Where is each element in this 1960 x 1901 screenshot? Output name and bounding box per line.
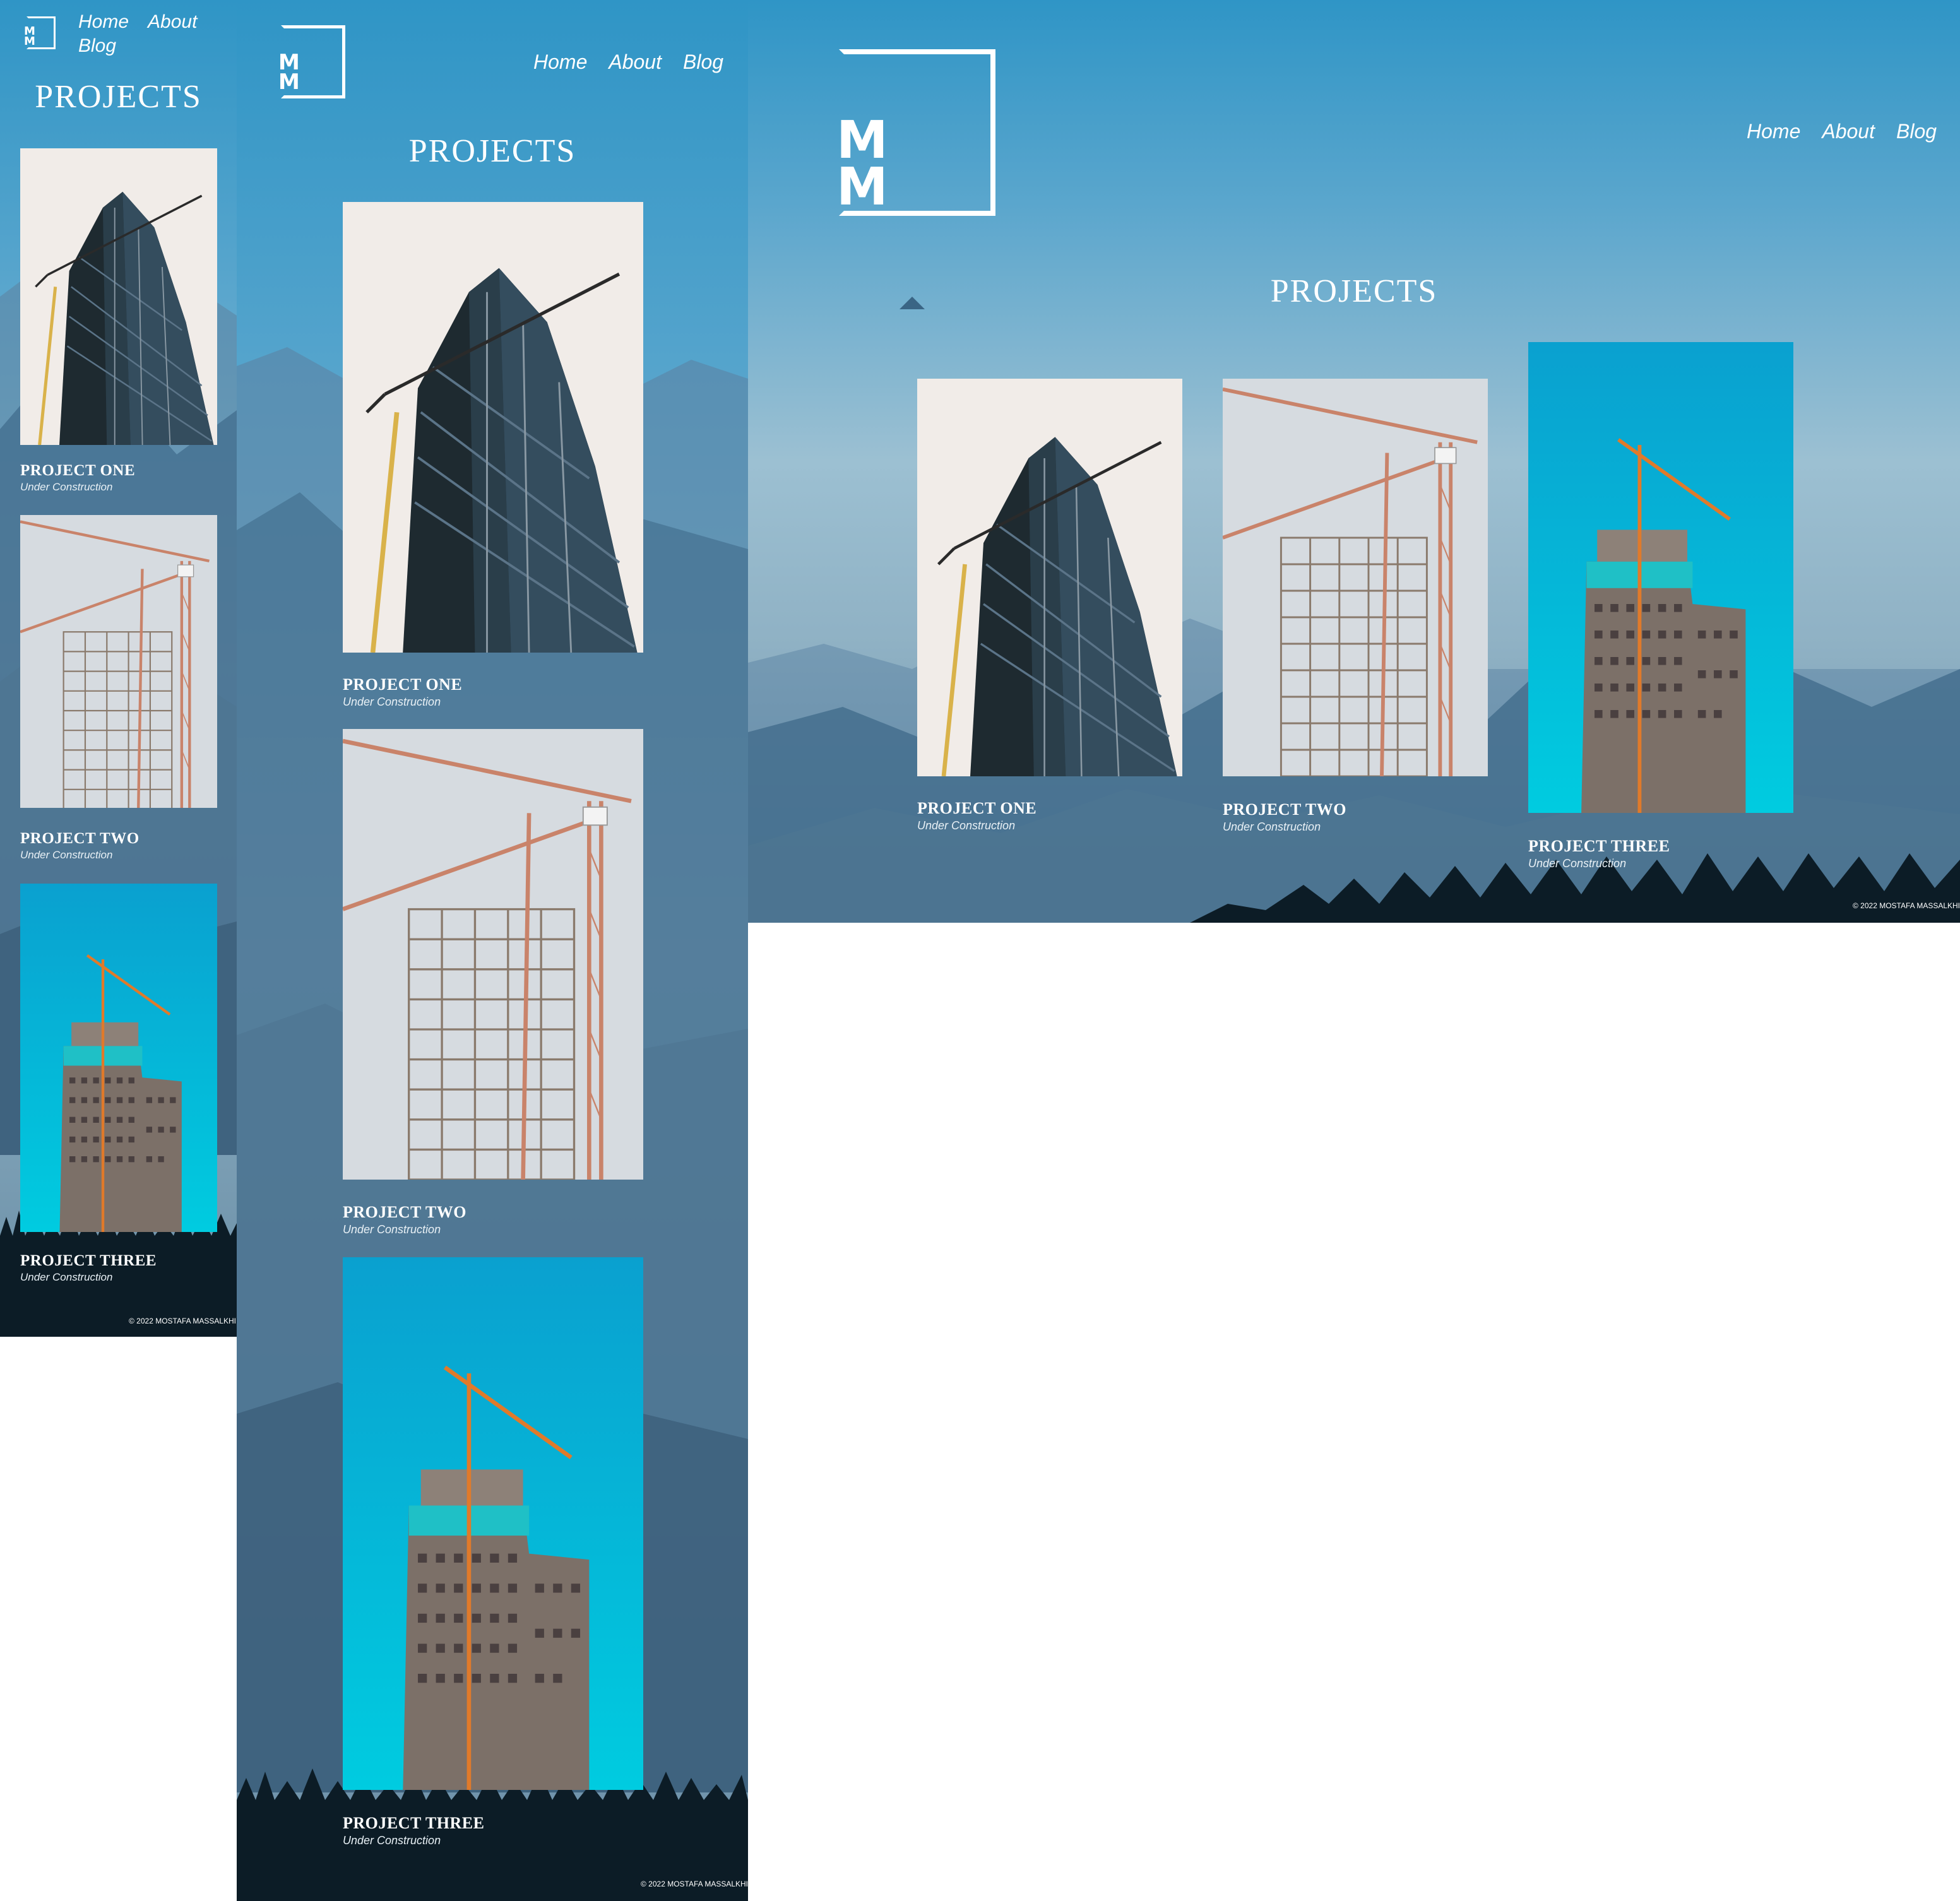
logo[interactable]: M M bbox=[24, 16, 56, 49]
project-one-subtitle: Under Construction bbox=[20, 481, 113, 493]
logo[interactable]: M M bbox=[278, 25, 348, 98]
project-two-image[interactable] bbox=[20, 515, 217, 808]
project-three-image[interactable] bbox=[1528, 342, 1793, 813]
nav-blog-link[interactable]: Blog bbox=[78, 35, 116, 56]
nav-home-link[interactable]: Home bbox=[1747, 120, 1800, 143]
footer-copyright: © 2022 MOSTAFA MASSALKHI bbox=[1853, 901, 1960, 910]
project-three-subtitle: Under Construction bbox=[20, 1271, 113, 1283]
page-title: PROJECTS bbox=[1270, 273, 1438, 309]
desktop-preview: M M Home About Blog PROJECTS PROJECT ONE U… bbox=[748, 0, 1960, 923]
logo-letters: M M bbox=[278, 50, 300, 95]
footer-copyright: © 2022 MOSTAFA MASSALKHI bbox=[129, 1317, 237, 1325]
mobile-preview: M M Home About Blog PROJECTS PROJECT ONE … bbox=[0, 0, 237, 1337]
project-one-subtitle: Under Construction bbox=[917, 819, 1016, 832]
project-one-subtitle: Under Construction bbox=[343, 696, 441, 708]
nav-about-link[interactable]: About bbox=[1822, 120, 1875, 143]
nav-home-link[interactable]: Home bbox=[78, 11, 129, 32]
tablet-preview: M M Home About Blog PROJECTS PROJECT ONE U… bbox=[237, 0, 748, 1901]
project-two-title[interactable]: PROJECT TWO bbox=[1223, 800, 1346, 819]
nav-menu: Home About Blog bbox=[78, 10, 223, 58]
logo-letters: M M bbox=[836, 110, 888, 217]
project-two-image[interactable] bbox=[1223, 379, 1488, 776]
nav-menu: Home About Blog bbox=[533, 50, 723, 74]
logo-letters: M M bbox=[24, 25, 35, 49]
project-three-title[interactable]: PROJECT THREE bbox=[20, 1252, 157, 1270]
nav-menu: Home About Blog bbox=[1747, 120, 1937, 143]
project-one-image[interactable] bbox=[20, 148, 217, 445]
nav-home-link[interactable]: Home bbox=[533, 50, 587, 73]
project-three-subtitle: Under Construction bbox=[1528, 857, 1627, 870]
forest-silhouette-image bbox=[1190, 853, 1960, 923]
project-two-title[interactable]: PROJECT TWO bbox=[343, 1203, 466, 1222]
project-one-title[interactable]: PROJECT ONE bbox=[20, 462, 135, 480]
project-one-title[interactable]: PROJECT ONE bbox=[917, 799, 1036, 818]
project-one-image[interactable] bbox=[343, 202, 643, 653]
nav-about-link[interactable]: About bbox=[148, 11, 197, 32]
project-one-title[interactable]: PROJECT ONE bbox=[343, 675, 462, 694]
project-three-image[interactable] bbox=[343, 1257, 643, 1790]
project-two-subtitle: Under Construction bbox=[1223, 820, 1321, 833]
nav-about-link[interactable]: About bbox=[609, 50, 662, 73]
project-two-title[interactable]: PROJECT TWO bbox=[20, 830, 140, 848]
project-three-title[interactable]: PROJECT THREE bbox=[1528, 837, 1670, 856]
project-three-subtitle: Under Construction bbox=[343, 1834, 441, 1847]
project-two-subtitle: Under Construction bbox=[20, 849, 113, 861]
footer-copyright: © 2022 MOSTAFA MASSALKHI bbox=[641, 1880, 748, 1888]
page-title: PROJECTS bbox=[35, 79, 202, 115]
logo[interactable]: M M bbox=[836, 49, 995, 217]
project-two-subtitle: Under Construction bbox=[343, 1223, 441, 1236]
project-three-image[interactable] bbox=[20, 884, 217, 1232]
project-two-image[interactable] bbox=[343, 729, 643, 1180]
project-three-title[interactable]: PROJECT THREE bbox=[343, 1814, 484, 1833]
nav-blog-link[interactable]: Blog bbox=[683, 50, 723, 73]
nav-blog-link[interactable]: Blog bbox=[1896, 120, 1937, 143]
project-one-image[interactable] bbox=[917, 379, 1182, 776]
page-title: PROJECTS bbox=[408, 133, 576, 169]
